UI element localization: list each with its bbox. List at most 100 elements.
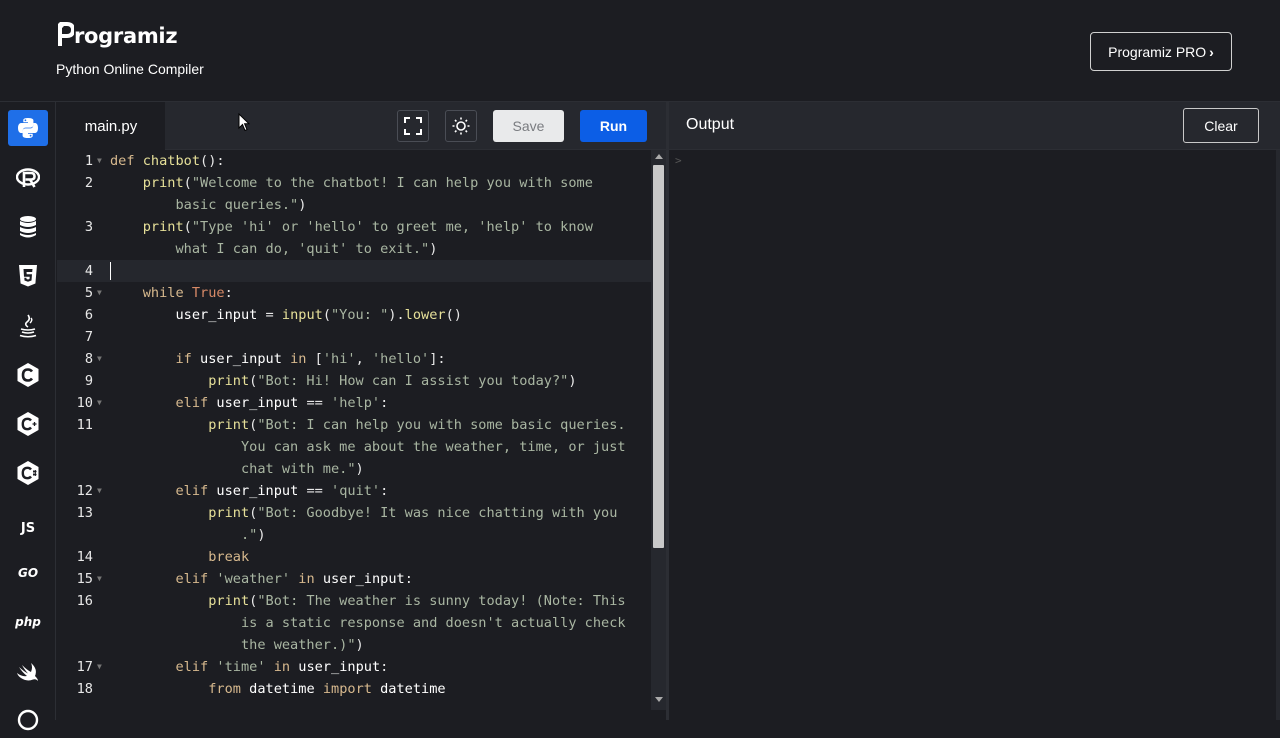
swift-icon xyxy=(17,663,38,681)
python-icon xyxy=(18,118,38,138)
lang-sql-button[interactable] xyxy=(8,209,48,245)
code-line[interactable]: 8 ▼ if user_input in ['hi', 'hello']: xyxy=(57,348,651,370)
lang-java-button[interactable] xyxy=(8,308,48,344)
lang-more-button[interactable] xyxy=(8,702,48,738)
line-number: 3 xyxy=(84,219,93,235)
fold-arrow-icon[interactable]: ▼ xyxy=(97,480,102,502)
code-line[interactable]: 3 print("Type 'hi' or 'hello' to greet m… xyxy=(57,216,651,238)
programiz-logo-mark xyxy=(58,22,76,48)
lang-php-button[interactable]: php xyxy=(8,604,48,640)
code-line[interactable]: what I can do, 'quit' to exit.") xyxy=(57,238,651,260)
lang-c-button[interactable] xyxy=(8,357,48,393)
code-line[interactable]: 14 break xyxy=(57,546,651,568)
code-line[interactable]: 18 from datetime import datetime xyxy=(57,678,651,700)
code-text: elif user_input == 'quit': xyxy=(175,483,389,499)
programiz-pro-button[interactable]: Programiz PRO › xyxy=(1090,32,1232,71)
run-button[interactable]: Run xyxy=(580,110,647,142)
scroll-down-arrow-icon[interactable] xyxy=(655,697,663,702)
r-icon xyxy=(16,168,40,188)
js-icon: JS xyxy=(20,520,36,536)
code-line[interactable]: 11 print("Bot: I can help you with some … xyxy=(57,414,651,436)
code-text: print("Bot: Hi! How can I assist you tod… xyxy=(208,373,577,389)
lang-go-button[interactable]: GO xyxy=(8,555,48,591)
line-number: 8 xyxy=(84,351,93,367)
fullscreen-button[interactable] xyxy=(397,110,429,142)
code-line[interactable]: 2 print("Welcome to the chatbot! I can h… xyxy=(57,172,651,194)
code-text: print("Type 'hi' or 'hello' to greet me,… xyxy=(142,219,593,235)
code-text: print("Bot: The weather is sunny today! … xyxy=(208,593,626,609)
theme-toggle-button[interactable] xyxy=(445,110,477,142)
pro-button-label: Programiz PRO xyxy=(1108,43,1207,60)
line-number: 17 xyxy=(76,659,93,675)
line-number: 9 xyxy=(84,373,93,389)
editor-scrollbar[interactable] xyxy=(651,150,666,710)
code-line[interactable]: 5 ▼ while True: xyxy=(57,282,651,304)
lang-js-button[interactable]: JS xyxy=(8,510,48,546)
scrollbar-thumb[interactable] xyxy=(653,165,664,548)
code-editor[interactable]: 1 ▼ def chatbot(): 2 print("Welcome to the … xyxy=(57,150,651,720)
line-number: 1 xyxy=(84,153,93,169)
programiz-logo[interactable]: rogramiz xyxy=(58,22,178,48)
php-icon: php xyxy=(15,615,41,629)
code-line[interactable]: 10 ▼ elif user_input == 'help': xyxy=(57,392,651,414)
lang-r-button[interactable] xyxy=(8,160,48,196)
code-text: elif 'time' in user_input: xyxy=(175,659,389,675)
language-sidebar: JS GO php xyxy=(0,102,56,731)
lang-python-button[interactable] xyxy=(8,110,48,146)
lang-html-button[interactable] xyxy=(8,258,48,294)
lang-cpp-button[interactable] xyxy=(8,406,48,442)
lang-swift-button[interactable] xyxy=(8,654,48,690)
code-line[interactable]: 12 ▼ elif user_input == 'quit': xyxy=(57,480,651,502)
fold-arrow-icon[interactable]: ▼ xyxy=(97,568,102,590)
lang-csharp-button[interactable] xyxy=(8,455,48,491)
code-line[interactable]: 9 print("Bot: Hi! How can I assist you t… xyxy=(57,370,651,392)
line-number: 12 xyxy=(76,483,93,499)
code-text: elif 'weather' in user_input: xyxy=(175,571,413,587)
fold-arrow-icon[interactable]: ▼ xyxy=(97,150,102,172)
fold-arrow-icon[interactable]: ▼ xyxy=(97,282,102,304)
line-number: 14 xyxy=(76,549,93,565)
code-line[interactable]: is a static response and doesn't actuall… xyxy=(57,612,651,634)
rust-icon xyxy=(17,709,39,731)
output-title: Output xyxy=(686,116,735,133)
code-text: .") xyxy=(240,527,266,543)
line-number: 4 xyxy=(84,263,93,279)
code-line[interactable]: 6 user_input = input("You: ").lower() xyxy=(57,304,651,326)
fold-arrow-icon[interactable]: ▼ xyxy=(97,348,102,370)
console-prompt: > xyxy=(675,154,682,167)
fold-arrow-icon[interactable]: ▼ xyxy=(97,656,102,678)
file-tab-main[interactable]: main.py xyxy=(57,102,165,150)
code-line[interactable]: the weather.)") xyxy=(57,634,651,656)
output-console[interactable]: > xyxy=(669,150,1280,720)
code-text: def chatbot(): xyxy=(110,153,225,169)
code-line[interactable]: 16 print("Bot: The weather is sunny toda… xyxy=(57,590,651,612)
code-text: while True: xyxy=(142,285,233,301)
output-scrollbar[interactable] xyxy=(1276,150,1280,720)
code-text: print("Bot: Goodbye! It was nice chattin… xyxy=(208,505,618,521)
code-text: the weather.)") xyxy=(240,637,364,653)
code-line[interactable]: 15 ▼ elif 'weather' in user_input: xyxy=(57,568,651,590)
save-button[interactable]: Save xyxy=(493,110,564,142)
line-number: 2 xyxy=(84,175,93,191)
code-line[interactable]: .") xyxy=(57,524,651,546)
code-text: if user_input in ['hi', 'hello']: xyxy=(175,351,446,367)
scroll-up-arrow-icon[interactable] xyxy=(655,154,663,159)
code-line[interactable]: 17 ▼ elif 'time' in user_input: xyxy=(57,656,651,678)
code-line[interactable]: 7 xyxy=(57,326,651,348)
code-text: chat with me.") xyxy=(240,461,364,477)
cplusplus-icon xyxy=(17,412,39,436)
line-number: 10 xyxy=(76,395,93,411)
code-text: print("Bot: I can help you with some bas… xyxy=(208,417,626,433)
code-line[interactable]: 4 xyxy=(57,260,651,282)
clear-button[interactable]: Clear xyxy=(1183,108,1259,143)
mouse-cursor-icon xyxy=(238,112,251,137)
logo-text: rogramiz xyxy=(74,24,178,48)
code-line[interactable]: 13 print("Bot: Goodbye! It was nice chat… xyxy=(57,502,651,524)
line-number: 13 xyxy=(76,505,93,521)
code-line[interactable]: 1 ▼ def chatbot(): xyxy=(57,150,651,172)
code-line[interactable]: basic queries.") xyxy=(57,194,651,216)
code-line[interactable]: chat with me.") xyxy=(57,458,651,480)
code-line[interactable]: You can ask me about the weather, time, … xyxy=(57,436,651,458)
code-text: basic queries.") xyxy=(175,197,307,213)
fold-arrow-icon[interactable]: ▼ xyxy=(97,392,102,414)
